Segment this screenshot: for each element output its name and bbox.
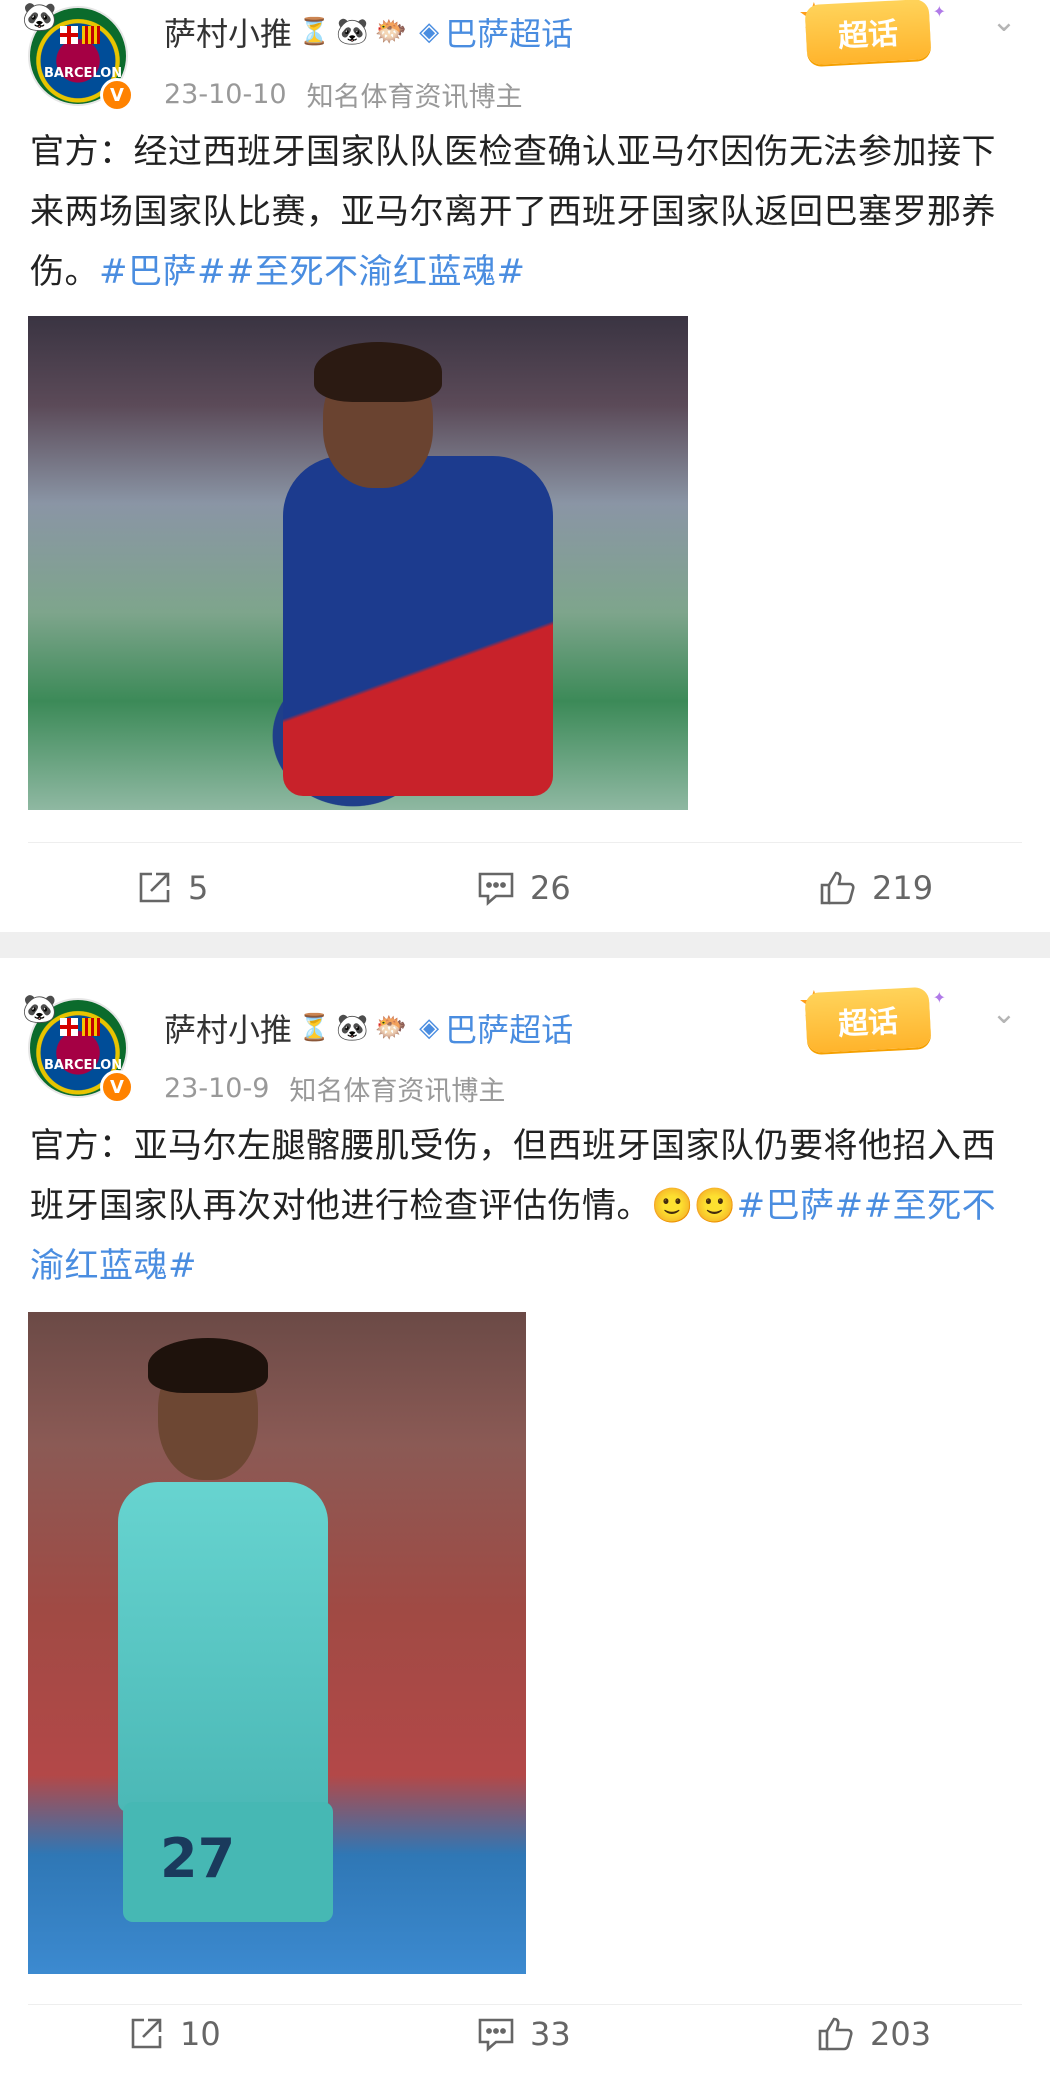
user-tagline: 知名体育资讯博主 [306,81,523,113]
diamond-icon: ◈ [419,1013,440,1043]
repost-button[interactable]: 10 [126,1994,221,2074]
meta-row: 23-10-9 知名体育资讯博主 [164,1068,505,1108]
pufferfish-icon: 🐡 [374,1013,408,1043]
repost-button[interactable]: 5 [134,848,208,928]
hourglass-icon: ⏳ [298,1013,331,1043]
like-count: 219 [872,869,934,907]
supertopic-badge[interactable]: 超话 [804,986,932,1054]
post-date: 23-10-10 [164,78,287,110]
panda-decoration-icon: 🐼 [22,0,57,33]
sparkle-icon: ✦ [932,988,946,1007]
crest-cross-icon [60,26,78,44]
comment-button[interactable]: 33 [476,1994,571,2074]
supertopic-badge[interactable]: 超话 [804,0,932,66]
action-bar: 10 33 203 [0,1994,1050,2074]
weibo-post: BARCELONA 🐼 V 萨村小推 ⏳ 🐼 🐡 ◈ 巴萨超话 ★ 超话 ✦ ⌄… [0,958,1050,2074]
thumbs-up-icon [820,871,855,905]
post-photo[interactable]: 27 [28,1312,526,1974]
repost-count: 10 [180,2015,221,2053]
repost-icon [139,872,170,903]
comment-icon [478,2018,514,2052]
comment-count: 26 [530,869,571,907]
chevron-down-icon[interactable]: ⌄ [984,996,1024,1036]
meta-row: 23-10-10 知名体育资讯博主 [164,74,523,114]
repost-count: 5 [188,869,209,907]
verified-badge: V [100,78,134,112]
avatar[interactable]: BARCELONA 🐼 V [22,992,134,1104]
pufferfish-icon: 🐡 [374,17,408,47]
panda-decoration-icon: 🐼 [22,992,57,1025]
post-separator [0,932,1050,958]
post-photo[interactable] [28,316,688,810]
topic-link[interactable]: 巴萨超话 [445,1005,573,1051]
avatar[interactable]: BARCELONA 🐼 V [22,0,134,112]
smiley-emojis: 🙂🙂 [651,1186,737,1226]
username[interactable]: 萨村小推 [164,9,292,55]
crest-stripes-icon [82,1018,100,1036]
crest-text: BARCELONA [44,66,128,81]
post-text: 官方：亚马尔左腿髂腰肌受伤，但西班牙国家队仍要将他招入西班牙国家队再次对他进行检… [30,1116,1020,1296]
panda-icon: 🐼 [336,17,369,47]
thumbs-up-icon [818,2017,853,2051]
name-row: 萨村小推 ⏳ 🐼 🐡 ◈ 巴萨超话 [164,10,573,54]
player-hair [148,1338,268,1393]
crest-text: BARCELONA [44,1058,128,1073]
like-count: 203 [870,2015,932,2053]
name-row: 萨村小推 ⏳ 🐼 🐡 ◈ 巴萨超话 [164,1006,573,1050]
hourglass-icon: ⏳ [298,17,331,47]
panda-icon: 🐼 [336,1013,369,1043]
like-button[interactable]: 203 [816,1994,931,2074]
player-shirt [283,456,553,796]
action-bar: 5 26 219 [0,848,1050,928]
weibo-post: BARCELONA 🐼 V 萨村小推 ⏳ 🐼 🐡 ◈ 巴萨超话 ★ 超话 ✦ ⌄… [0,0,1050,932]
repost-icon [131,2018,162,2049]
topic-link[interactable]: 巴萨超话 [445,9,573,55]
divider [28,842,1022,843]
like-button[interactable]: 219 [818,848,933,928]
post-date: 23-10-9 [164,1072,270,1104]
verified-badge: V [100,1070,134,1104]
username[interactable]: 萨村小推 [164,1005,292,1051]
comment-button[interactable]: 26 [476,848,571,928]
crest-cross-icon [60,1018,78,1036]
user-tagline: 知名体育资讯博主 [289,1075,506,1107]
comment-icon [478,872,514,906]
comment-count: 33 [530,2015,571,2053]
post-text: 官方：经过西班牙国家队队医检查确认亚马尔因伤无法参加接下来两场国家队比赛，亚马尔… [30,122,1020,302]
player-shirt [118,1482,328,1812]
jersey-number: 27 [160,1827,236,1890]
diamond-icon: ◈ [419,17,440,47]
chevron-down-icon[interactable]: ⌄ [984,4,1024,44]
crest-stripes-icon [82,26,100,44]
sparkle-icon: ✦ [932,2,946,21]
hashtag-link[interactable]: #巴萨##至死不渝红蓝魂# [99,252,525,292]
player-hair [314,342,442,402]
